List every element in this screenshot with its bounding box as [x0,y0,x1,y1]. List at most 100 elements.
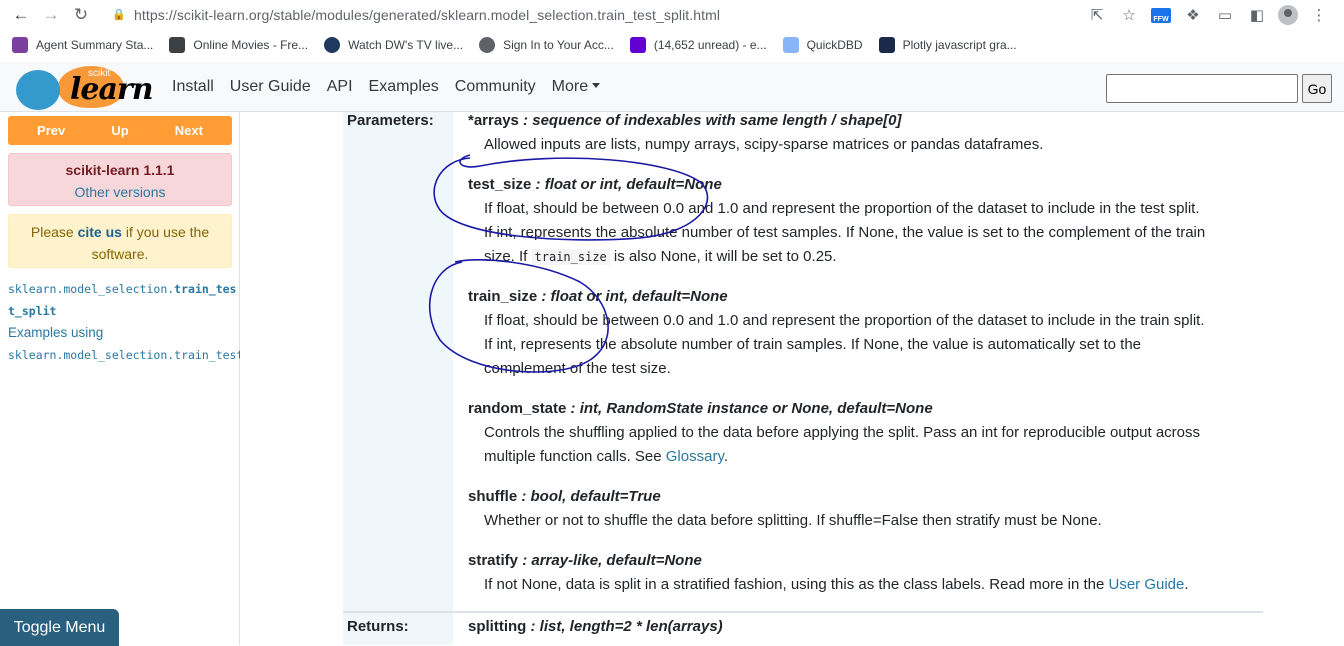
url-text[interactable]: https://scikit-learn.org/stable/modules/… [134,7,720,23]
desc-text: multiple function calls. See [484,448,666,465]
section-divider [343,611,1263,613]
param-desc-line: multiple function calls. See Glossary. [468,445,1268,469]
sidebar-toc: sklearn.model_selection.train_tes t_spli… [8,278,240,366]
browser-address-bar: ← → ↻ 🔒 https://scikit-learn.org/stable/… [0,0,1344,29]
url-field[interactable]: 🔒 https://scikit-learn.org/stable/module… [112,2,1162,27]
bookmark-item[interactable]: Sign In to Your Acc... [479,37,614,53]
clapperboard-icon [169,37,186,53]
nav-user-guide[interactable]: User Guide [230,78,311,96]
back-arrow-icon[interactable]: ← [6,0,36,29]
param-desc-line: complement of the test size. [484,360,671,377]
sidebar: Prev Up Next scikit-learn 1.1.1 Other ve… [0,112,240,646]
param-random-state: random_state : int, RandomState instance… [468,397,1268,469]
cite-us-link[interactable]: cite us [78,224,122,240]
param-stratify: stratify : array-like, default=None If n… [468,549,1268,597]
side-panel-icon[interactable]: ◧ [1246,4,1268,26]
cast-icon[interactable]: ▭ [1214,4,1236,26]
field-name-column: Parameters: Returns: [343,112,453,645]
param-signature: random_state : int, RandomState instance… [468,400,933,417]
bookmark-item[interactable]: QuickDBD [782,37,863,53]
prev-up-next-bar: Prev Up Next [8,116,232,145]
next-button[interactable]: Next [175,123,203,138]
cite-box: Please cite us if you use the software. [8,214,232,268]
bookmark-item[interactable]: Plotly javascript gra... [878,37,1017,53]
param-name: random_state [468,400,567,417]
toc-examples-code-link[interactable]: sklearn.model_selection.train_test_split [8,344,240,366]
toggle-menu-button[interactable]: Toggle Menu [0,609,119,646]
bookmark-label: Sign In to Your Acc... [503,38,614,52]
parameters-field-list: Parameters: Returns: *arrays : sequence … [343,112,1263,645]
return-splitting: splitting : list, length=2 * len(arrays) [468,615,1268,639]
toc-examples-link[interactable]: Examples using [8,322,240,344]
version-box: scikit-learn 1.1.1 Other versions [8,153,232,206]
bookmark-item[interactable]: Agent Summary Sta... [12,37,153,53]
return-type: list, length=2 * len(arrays) [539,618,723,635]
glossary-link[interactable]: Glossary [666,448,724,465]
scikit-learn-logo[interactable]: scikit learn [14,64,154,110]
search-input[interactable] [1106,74,1298,103]
nav-links: Install User Guide API Examples Communit… [172,62,601,112]
bookmark-label: QuickDBD [806,38,863,52]
param-signature: train_size : float or int, default=None [468,288,728,305]
param-desc-line: If float, should be between 0.0 and 1.0 … [484,200,1200,217]
param-desc-line: If int, represents the absolute number o… [484,224,1206,241]
param-desc-line: If not None, data is split in a stratifi… [468,573,1268,597]
go-button[interactable]: Go [1302,74,1332,103]
param-type: int, RandomState instance or None, defau… [579,400,933,417]
toc-func-part1: train_tes [174,282,237,296]
logo-big-text: learn [70,72,154,107]
nav-install[interactable]: Install [172,78,214,96]
share-icon[interactable]: ⇱ [1086,4,1108,26]
return-name: splitting [468,618,527,635]
bookmark-item[interactable]: Online Movies - Fre... [169,37,308,53]
return-signature: splitting : list, length=2 * len(arrays) [468,618,723,635]
param-name: test_size [468,176,532,193]
bookmark-favicon-icon [12,37,28,53]
nav-api[interactable]: API [327,78,353,96]
logo-blue-shape [16,70,60,110]
nav-community[interactable]: Community [455,78,536,96]
up-button[interactable]: Up [111,123,128,138]
profile-avatar[interactable] [1278,4,1298,25]
toc-function-link[interactable]: sklearn.model_selection.train_tes [8,278,240,300]
kebab-menu-icon[interactable]: ⋮ [1308,4,1330,26]
desc-text: . [1184,576,1189,593]
nav-more-dropdown[interactable]: More [552,78,601,96]
param-name: shuffle [468,488,518,505]
toc-module-text: sklearn.model_selection. [8,282,175,296]
site-navbar: scikit learn Install User Guide API Exam… [0,62,1344,112]
param-desc-line: If int, represents the absolute number o… [484,336,1142,353]
globe-icon [479,37,496,53]
bookmark-item[interactable]: (14,652 unread) - e... [629,37,767,53]
prev-button[interactable]: Prev [37,123,65,138]
bookmark-label: (14,652 unread) - e... [653,38,767,52]
mail-icon [629,37,646,53]
bookmark-star-icon[interactable]: ☆ [1118,4,1140,26]
param-test-size: test_size : float or int, default=None I… [468,173,1268,269]
param-desc-line: Allowed inputs are lists, numpy arrays, … [484,136,1044,153]
toc-function-link-cont[interactable]: t_split [8,300,240,322]
other-versions-link[interactable]: Other versions [9,184,231,200]
desc-text: is also None, it will be set to 0.25. [609,248,837,265]
param-shuffle: shuffle : bool, default=True Whether or … [468,485,1268,533]
returns-label: Returns: [347,618,409,635]
ffw-extension-icon[interactable]: FFW [1150,4,1172,26]
bookmark-label: Watch DW's TV live... [348,38,464,52]
reload-icon[interactable]: ↻ [66,0,96,29]
param-type: float or int, default=None [550,288,728,305]
nav-examples[interactable]: Examples [369,78,439,96]
param-desc-line: Whether or not to shuffle the data befor… [484,512,1102,529]
version-title: scikit-learn 1.1.1 [65,162,175,178]
forward-arrow-icon[interactable]: → [36,0,66,29]
dw-logo-icon [324,37,341,53]
bookmark-item[interactable]: Watch DW's TV live... [324,37,463,53]
param-type: float or int, default=None [544,176,722,193]
inline-code: train_size [531,249,610,265]
quickdbd-icon [782,37,799,53]
param-signature: stratify : array-like, default=None [468,552,702,569]
user-guide-link[interactable]: User Guide [1109,576,1185,593]
extensions-puzzle-icon[interactable]: ❖ [1182,4,1204,26]
param-type: sequence of indexables with same length … [532,112,902,129]
parameters-label: Parameters: [347,112,434,129]
plotly-icon [878,37,895,53]
